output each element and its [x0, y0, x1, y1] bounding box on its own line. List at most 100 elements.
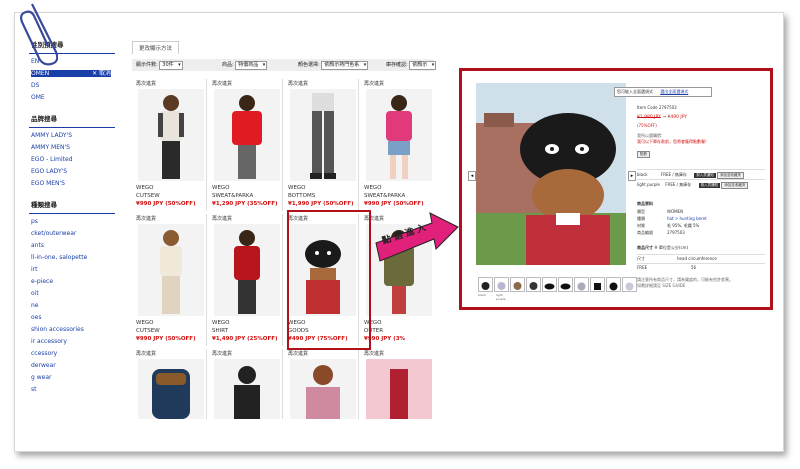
info-value: WOMEN — [667, 209, 684, 214]
thumb-image — [544, 283, 555, 290]
thumb-caption: black — [478, 293, 486, 297]
product-card[interactable]: 再次進貨 — [132, 349, 207, 419]
sidebar-item-category[interactable]: g wear — [31, 374, 115, 381]
sidebar-item-home[interactable]: OME — [31, 94, 115, 101]
restock-label: 再次進貨 — [212, 216, 233, 222]
thumbnail[interactable] — [558, 277, 573, 292]
sidebar-item-brand[interactable]: EGO MEN'S — [31, 180, 115, 187]
product-image[interactable] — [138, 89, 204, 181]
product-card[interactable]: 再次進貨 — [208, 349, 283, 419]
cancel-link[interactable]: ✕ 取消 — [92, 70, 111, 77]
product-image[interactable] — [214, 89, 280, 181]
sidebar-item-brand[interactable]: EGO - Limited — [31, 156, 115, 163]
restock-notify-button[interactable]: 到入貨通知 — [698, 183, 721, 188]
sidebar-item-category[interactable]: derwear — [31, 362, 115, 369]
info-key: 類型 — [637, 209, 645, 214]
sidebar-item-category[interactable]: ccessory — [31, 350, 115, 357]
sidebar-item-category[interactable]: cket/outerwear — [31, 230, 115, 237]
screenshot-frame: 性別預搜尋 EN OMEN ✕ 取消 DS OME 品牌搜尋 AMMY LADY'… — [0, 0, 800, 469]
color-stock: FREE / 無庫存 — [665, 182, 692, 187]
color-stock: FREE / 無庫存 — [660, 172, 687, 177]
color-name: light purple — [637, 182, 660, 187]
thumbnail[interactable] — [606, 277, 621, 292]
sidebar: 性別預搜尋 EN OMEN ✕ 取消 DS OME 品牌搜尋 AMMY LADY'… — [15, 33, 115, 398]
sidebar-item-brand[interactable]: AMMY LADY'S — [31, 132, 115, 139]
sidebar-item-category[interactable]: ants — [31, 242, 115, 249]
tab-change-display[interactable]: 更改顯示方法 — [132, 41, 180, 54]
product-image[interactable] — [138, 224, 204, 316]
product-image[interactable] — [290, 89, 356, 181]
sidebar-item-category[interactable]: oes — [31, 314, 115, 321]
restock-notify-button[interactable]: 到入貨通知 — [694, 173, 716, 178]
product-card[interactable]: 再次進貨 — [284, 349, 359, 419]
info-key: 種類 — [637, 216, 645, 221]
sidebar-item-category[interactable]: e-piece — [31, 278, 115, 285]
sidebar-item-category[interactable]: ll-in-one, salopette — [31, 254, 115, 261]
model-photo — [158, 95, 184, 179]
product-brand: WEGO — [212, 320, 230, 326]
sidebar-item-brand[interactable]: EGO LADY'S — [31, 168, 115, 175]
product-card[interactable]: 再次進貨 WEGO SWEAT&PARKA ¥1,290 JPY (35%OFF… — [208, 79, 283, 211]
thumbnail[interactable] — [510, 277, 525, 292]
restock-label: 再次進貨 — [288, 81, 309, 87]
thumb-image — [577, 282, 586, 291]
thumbnail[interactable] — [590, 277, 605, 292]
sidebar-item-category[interactable]: irt — [31, 266, 115, 273]
sidebar-item-kids[interactable]: DS — [31, 82, 115, 89]
size-note: ※ 單位是公分(cm) — [654, 245, 689, 250]
sidebar-item-category[interactable]: oit — [31, 290, 115, 297]
thumbnail[interactable] — [478, 277, 493, 292]
option-dropdown[interactable]: 您可能入全面選項式 — [617, 89, 653, 94]
thumbnail[interactable] — [622, 277, 637, 292]
new-price: ¥490 JPY — [667, 115, 688, 120]
product-image[interactable] — [138, 359, 204, 419]
product-detail-popup: ◂ ▸ 您可能入全面選項式 選出全面選項式 black light purple — [459, 68, 773, 310]
sidebar-item-category[interactable]: shion accessories — [31, 326, 115, 333]
prev-arrow-icon[interactable]: ◂ — [468, 171, 476, 181]
model-photo — [232, 95, 262, 179]
thumbnail[interactable] — [574, 277, 589, 292]
product-image[interactable] — [290, 359, 356, 419]
thumbnail[interactable] — [494, 277, 509, 292]
product-category: SWEAT&PARKA — [212, 193, 254, 199]
product-image[interactable] — [366, 89, 432, 181]
product-card[interactable]: 再次進貨 WEGO CUTSEW ¥990 JPY (50%OFF) — [132, 214, 207, 346]
option-link[interactable]: 選出全面選項式 — [660, 89, 688, 94]
points-button[interactable]: 點數 — [637, 151, 650, 158]
product-card[interactable]: 再次進貨 WEGO SHIRT ¥1,490 JPY (25%OFF) — [208, 214, 283, 346]
model-photo — [234, 230, 260, 314]
color-select[interactable]: 依顏示熱門色系 — [321, 61, 369, 70]
color-name: black — [637, 172, 648, 177]
product-card[interactable]: 再次進貨 WEGO BOTTOMS ¥1,990 JPY (50%OFF) — [284, 79, 359, 211]
size-guide-link[interactable]: 如需詳細請至 SIZE GUIDE — [637, 283, 765, 289]
count-select[interactable]: 30件 — [159, 61, 183, 70]
info-value: 毛 95%, 毛鐵 5% — [667, 223, 700, 228]
thumb-image — [560, 283, 571, 290]
product-card[interactable]: 再次進貨 WEGO CUTSEW ¥990 JPY (50%OFF) — [132, 79, 207, 211]
product-category: CUTSEW — [136, 328, 160, 334]
product-card[interactable]: 再次進貨 WEGO SWEAT&PARKA ¥990 JPY (50%OFF) — [360, 79, 434, 211]
sidebar-divider — [29, 127, 115, 128]
product-image[interactable] — [214, 224, 280, 316]
backpack-photo — [152, 369, 190, 419]
sidebar-item-category[interactable]: ne — [31, 302, 115, 309]
sidebar-item-category[interactable]: st — [31, 386, 115, 393]
stock-select[interactable]: 依顏示 — [409, 61, 437, 70]
sidebar-item-category[interactable]: ps — [31, 218, 115, 225]
next-arrow-icon[interactable]: ▸ — [628, 171, 636, 181]
thumbnail[interactable] — [542, 277, 557, 292]
detail-main-image[interactable] — [476, 83, 626, 265]
sidebar-item-category[interactable]: ir accessory — [31, 338, 115, 345]
model-photo — [366, 359, 432, 419]
add-favorite-button[interactable]: 添加至收藏夾 — [721, 182, 749, 189]
product-image[interactable] — [214, 359, 280, 419]
product-card[interactable]: 再次進貨 — [360, 349, 434, 419]
product-image[interactable] — [366, 359, 432, 419]
info-row: 材質 毛 95%, 毛鐵 5% — [637, 223, 765, 229]
sidebar-item-brand[interactable]: AMMY MEN'S — [31, 144, 115, 151]
item-select[interactable]: 特價商品 — [235, 61, 268, 70]
add-favorite-button[interactable]: 添加至收藏夾 — [717, 172, 744, 179]
sidebar-item-women[interactable]: OMEN ✕ 取消 — [31, 70, 111, 77]
filter-label: 顏色選擇: — [298, 62, 320, 68]
thumbnail[interactable] — [526, 277, 541, 292]
